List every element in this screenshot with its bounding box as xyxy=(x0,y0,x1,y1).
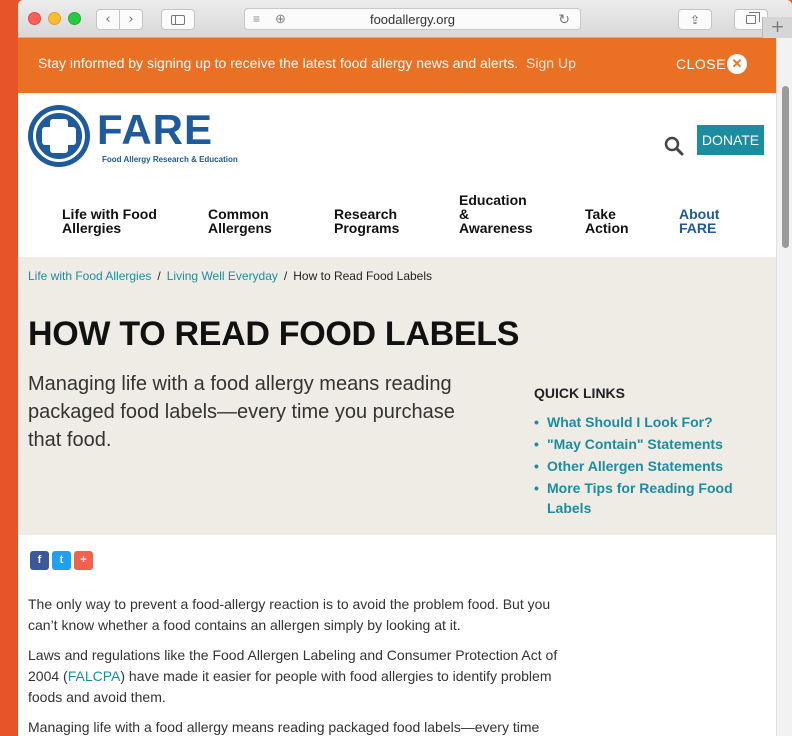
sidebar-icon xyxy=(171,14,185,25)
quick-link-item[interactable]: What Should I Look For? xyxy=(534,412,754,432)
scrollbar-thumb[interactable] xyxy=(782,86,789,248)
breadcrumb-link[interactable]: Living Well Everyday xyxy=(167,269,278,283)
page-title: HOW TO READ FOOD LABELS xyxy=(28,315,520,353)
breadcrumb-link[interactable]: Life with Food Allergies xyxy=(28,269,151,283)
nav-item-research-programs[interactable]: Research Programs xyxy=(334,207,399,235)
newsletter-alert-bar: Stay informed by signing up to receive t… xyxy=(18,38,776,93)
nav-label-line: Allergens xyxy=(208,220,272,236)
logo-cross-horizontal xyxy=(42,127,76,145)
quick-link-item[interactable]: Other Allergen Statements xyxy=(534,456,754,476)
nav-item-take-action[interactable]: Take Action xyxy=(585,207,629,235)
alert-close-label[interactable]: CLOSE xyxy=(676,56,726,72)
fare-logo-icon[interactable] xyxy=(28,105,90,167)
close-window-button[interactable] xyxy=(28,12,41,25)
body-paragraph-3: Managing life with a food allergy means … xyxy=(28,719,540,735)
share-icon: ⇪ xyxy=(689,12,701,27)
back-button[interactable]: ‹ xyxy=(96,9,120,30)
nav-label-line: Awareness xyxy=(459,220,533,236)
zoom-window-button[interactable] xyxy=(68,12,81,25)
nav-label-line: Education xyxy=(459,192,527,208)
nav-label-line: Common xyxy=(208,206,269,222)
breadcrumb-separator: / xyxy=(157,269,161,283)
reader-icon[interactable]: ≡ xyxy=(253,12,260,26)
page-scrollbar[interactable] xyxy=(776,38,792,736)
facebook-share-icon[interactable]: f xyxy=(30,551,49,570)
signup-link[interactable]: Sign Up xyxy=(526,55,576,71)
minimize-window-button[interactable] xyxy=(48,12,61,25)
chevron-right-icon: › xyxy=(128,12,134,27)
quick-links-title: QUICK LINKS xyxy=(534,385,625,401)
body-paragraph-1: The only way to prevent a food-allergy r… xyxy=(28,596,551,633)
nav-label-line: Take xyxy=(585,206,616,222)
search-icon[interactable] xyxy=(663,135,685,157)
close-icon[interactable]: ✕ xyxy=(727,54,747,74)
main-nav: Life with Food Allergies Common Allergen… xyxy=(18,189,776,249)
nav-label-line: Life with Food xyxy=(62,206,157,222)
address-bar[interactable]: ≡ ⊕ foodallergy.org ↻ xyxy=(244,8,581,30)
forward-button[interactable]: › xyxy=(119,9,143,30)
nav-item-life-with-food-allergies[interactable]: Life with Food Allergies xyxy=(62,207,157,235)
page-hero: Life with Food Allergies / Living Well Eve… xyxy=(18,257,776,535)
breadcrumb-current: How to Read Food Labels xyxy=(293,269,433,283)
nav-item-common-allergens[interactable]: Common Allergens xyxy=(208,207,272,235)
nav-item-about-fare[interactable]: About FARE xyxy=(679,207,719,235)
nav-label-line: Programs xyxy=(334,220,400,236)
nav-label-line: Research xyxy=(334,206,398,222)
social-share-bar: f t + xyxy=(30,551,93,570)
nav-label-line: & xyxy=(459,206,470,222)
logo-wordmark[interactable]: FARE xyxy=(97,108,213,152)
reload-icon[interactable]: ↻ xyxy=(558,11,570,28)
nav-label-line: FARE xyxy=(679,220,717,236)
falcpa-link[interactable]: FALCPA xyxy=(68,668,121,684)
add-bookmark-icon[interactable]: ⊕ xyxy=(275,11,286,27)
more-share-icon[interactable]: + xyxy=(74,551,93,570)
quick-links-list: What Should I Look For? "May Contain" St… xyxy=(534,412,754,520)
twitter-share-icon[interactable]: t xyxy=(52,551,71,570)
browser-toolbar: ‹ › ≡ ⊕ foodallergy.org ↻ ⇪ xyxy=(18,0,792,38)
page-lead: Managing life with a food allergy means … xyxy=(28,373,455,451)
share-button[interactable]: ⇪ xyxy=(678,9,712,30)
alert-message-text: Stay informed by signing up to receive t… xyxy=(38,55,519,71)
quick-link-item[interactable]: "May Contain" Statements xyxy=(534,434,754,454)
nav-label-line: About xyxy=(679,206,720,222)
quick-link-item[interactable]: More Tips for Reading Food Labels xyxy=(534,478,754,518)
page-content: FARE Food Allergy Research & Education D… xyxy=(18,93,776,736)
sidebar-button[interactable] xyxy=(161,9,195,30)
alert-message: Stay informed by signing up to receive t… xyxy=(38,55,576,71)
logo-subtitle: Food Allergy Research & Education xyxy=(102,155,238,164)
tabs-icon xyxy=(746,12,760,24)
nav-label-line: Action xyxy=(585,220,629,236)
donate-button[interactable]: DONATE xyxy=(697,125,764,155)
url-text: foodallergy.org xyxy=(369,11,456,27)
breadcrumb: Life with Food Allergies / Living Well Eve… xyxy=(28,269,432,283)
breadcrumb-separator: / xyxy=(283,269,288,283)
body-paragraph-2: Laws and regulations like the Food Aller… xyxy=(28,645,583,708)
nav-item-education-awareness[interactable]: Education & Awareness xyxy=(459,193,533,235)
chevron-left-icon: ‹ xyxy=(105,12,111,27)
nav-label-line: Allergies xyxy=(62,220,122,236)
